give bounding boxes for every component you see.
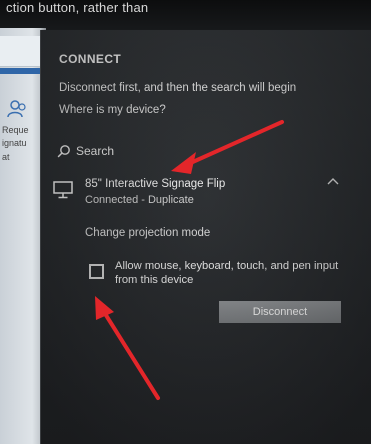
background-label-3: at [2,152,10,162]
change-projection-mode-link[interactable]: Change projection mode [85,227,210,239]
background-label-2: ignatu [2,138,27,148]
search-label: Search [76,144,115,158]
device-name: 85" Interactive Signage Flip [85,178,226,190]
screen-bezel: ction button, rather than [0,0,371,30]
monitor-icon [53,181,73,199]
background-partial-text: ction button, rather than [6,0,149,14]
allow-input-checkbox[interactable] [89,264,104,279]
search-icon [57,145,70,158]
allow-input-checkbox-label[interactable]: Allow mouse, keyboard, touch, and pen in… [115,259,345,287]
search-info-text: Disconnect first, and then the search wi… [59,82,297,94]
search-button[interactable]: Search [57,141,114,161]
connected-device-item[interactable]: 85" Interactive Signage Flip Connected -… [53,175,353,217]
panel-heading: CONNECT [59,52,122,66]
chevron-up-icon[interactable] [326,175,340,187]
where-is-my-device-link[interactable]: Where is my device? [59,104,166,116]
person-icon [7,100,26,118]
device-status: Connected - Duplicate [85,194,194,206]
connect-flyout-panel: CONNECT Disconnect first, and then the s… [40,30,371,444]
disconnect-button[interactable]: Disconnect [219,301,341,323]
background-label-1: Reque [2,125,29,135]
